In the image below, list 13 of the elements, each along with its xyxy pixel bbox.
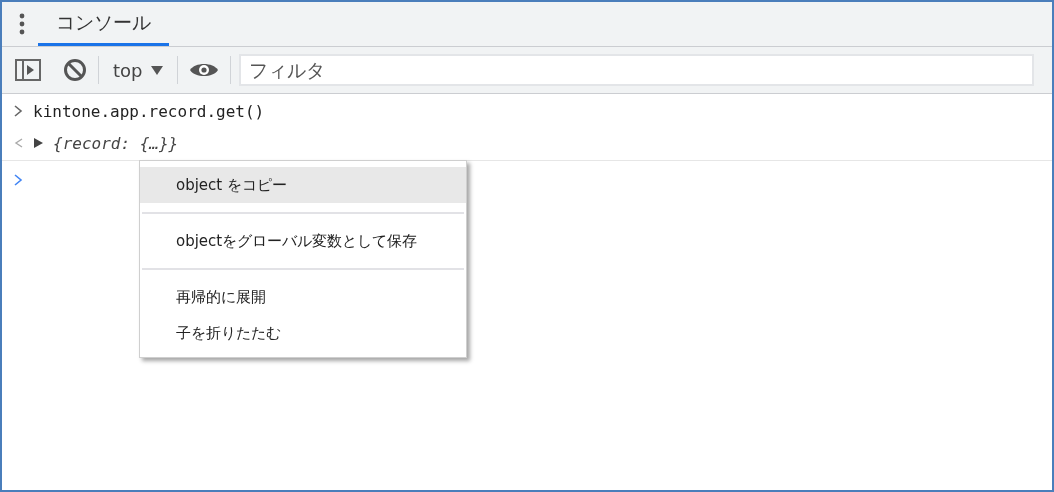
caret-icon <box>150 65 163 75</box>
menu-item[interactable]: 子を折りたたむ <box>140 315 466 351</box>
expand-triangle-icon[interactable] <box>34 138 43 148</box>
filter-field[interactable]: フィルタ <box>238 54 1034 86</box>
chevron-icon <box>14 174 23 186</box>
command-text: kintone.app.record.get() <box>33 101 265 121</box>
chevron-icon <box>14 105 23 117</box>
sidebar-toggle-icon[interactable] <box>12 56 44 84</box>
menu-item[interactable]: objectをグローバル変数として保存 <box>140 223 466 259</box>
menu-item[interactable]: 再帰的に展開 <box>140 279 466 315</box>
context-dropdown[interactable]: top <box>107 59 169 81</box>
result-text[interactable]: {record: {…}} <box>53 133 179 153</box>
menu-item[interactable]: object をコピー <box>140 167 466 203</box>
